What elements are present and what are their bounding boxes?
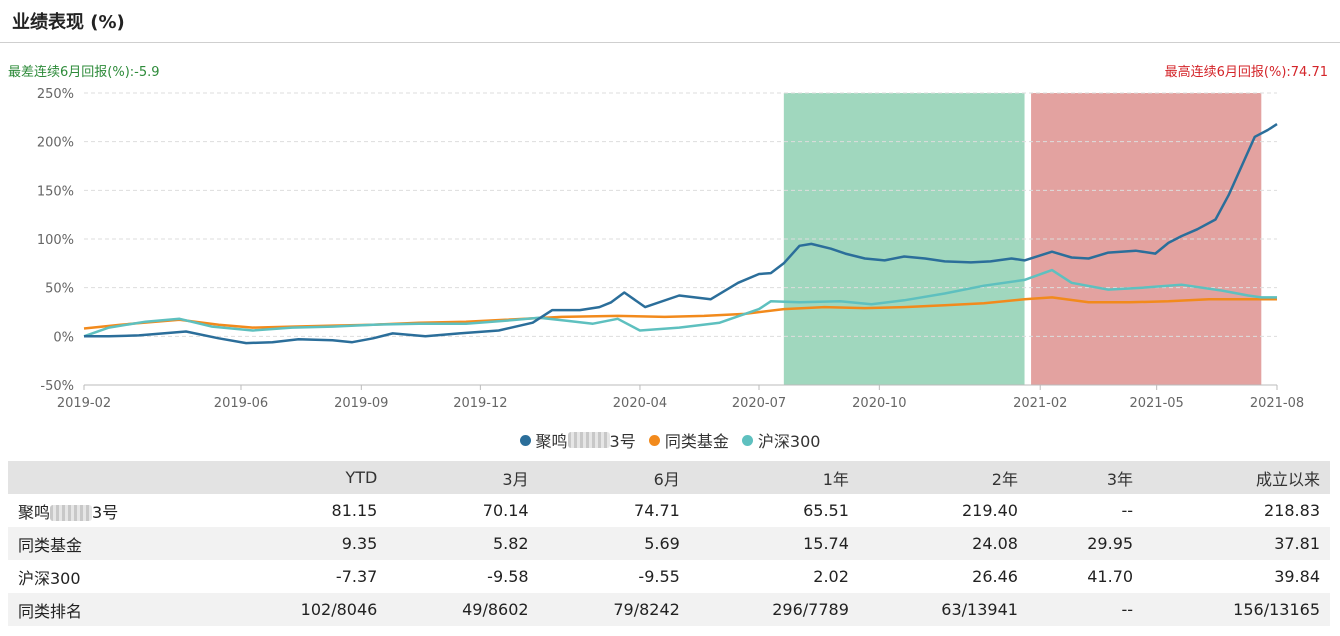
table-row: 沪深300 -7.37 -9.58 -9.55 2.02 26.46 41.70… <box>8 560 1330 593</box>
row-label: 聚鸣 3号 <box>8 494 218 527</box>
legend-label-fund: 聚鸣 <box>535 432 568 451</box>
x-tick-label: 2019-09 <box>334 396 388 411</box>
x-tick-label: 2021-05 <box>1129 396 1183 411</box>
row-label: 同类基金 <box>8 527 219 560</box>
title-divider <box>0 42 1340 43</box>
page-title: 业绩表现 (%) <box>12 12 125 33</box>
chart-legend: 聚鸣 3号 同类基金 沪深300 <box>0 428 1340 452</box>
table-header-cell <box>8 461 219 494</box>
performance-table: YTD 3月 6月 1年 2年 3年 成立以来 聚鸣 3号 81.15 70.14… <box>8 461 1330 626</box>
y-tick-label: 0% <box>53 330 74 345</box>
table-header-cell: 成立以来 <box>1143 461 1330 494</box>
row-label-text: 聚鸣 <box>18 502 51 522</box>
legend-dot-hs300 <box>741 434 753 446</box>
legend-dot-peers <box>648 434 660 446</box>
x-tick-label: 2021-08 <box>1250 396 1304 411</box>
redacted-name-mark <box>50 505 93 521</box>
x-tick-label: 2020-07 <box>732 396 786 411</box>
legend-item-hs300[interactable]: 沪深300 <box>741 428 821 452</box>
y-tick-label: -50% <box>40 379 74 394</box>
table-cell: 79/8242 <box>538 593 690 626</box>
table-cell: 5.69 <box>538 527 690 560</box>
table-header-cell: 3月 <box>387 461 539 494</box>
table-cell: 49/8602 <box>387 593 539 626</box>
table-row: 同类基金 9.35 5.82 5.69 15.74 24.08 29.95 37… <box>8 527 1330 560</box>
table-header-cell: 1年 <box>689 461 859 494</box>
table-cell: 70.14 <box>482 501 529 520</box>
table-cell: 102/8046 <box>218 593 388 626</box>
table-cell: 24.08 <box>858 527 1028 560</box>
row-label: 同类排名 <box>8 593 219 626</box>
table-cell: 74.71 <box>634 501 680 520</box>
legend-label-peers: 同类基金 <box>664 432 729 451</box>
table-row: 同类排名 102/8046 49/8602 79/8242 296/7789 6… <box>8 593 1330 626</box>
table-cell: 63/13941 <box>858 593 1028 626</box>
table-cell: 37.81 <box>1143 527 1330 560</box>
table-cell: -9.55 <box>638 567 680 586</box>
table-cell: 26.46 <box>972 567 1018 586</box>
x-tick-label: 2019-12 <box>453 396 507 411</box>
table-header-cell: YTD <box>218 461 388 494</box>
x-tick-label: 2020-10 <box>852 396 906 411</box>
x-tick-label: 2020-04 <box>613 396 667 411</box>
legend-label-fund-suffix: 3号 <box>609 432 636 451</box>
y-tick-label: 200% <box>37 136 74 151</box>
legend-item-peers[interactable]: 同类基金 <box>648 428 729 452</box>
table-cell: 41.70 <box>1087 567 1134 586</box>
table-cell: -7.37 <box>335 567 378 586</box>
table-header-cell: 6月 <box>538 461 690 494</box>
y-tick-label: 50% <box>45 282 74 297</box>
y-tick-label: 250% <box>37 87 74 102</box>
table-cell: 39.84 <box>1274 567 1320 586</box>
performance-line-chart: 250% 200% 150% 100% 50% 0% -50% 2019-02 2019-06 2… <box>37 87 1304 411</box>
table-cell: -- <box>1027 593 1144 626</box>
y-tick-label: 150% <box>37 184 74 199</box>
redacted-name-mark <box>567 432 610 448</box>
table-cell: 156/13165 <box>1143 593 1330 626</box>
worst-6m-return: 最差连续6月回报(%):-5.9 <box>8 65 160 80</box>
legend-dot-fund <box>519 434 531 446</box>
best-6m-return: 最高连续6月回报(%):74.71 <box>1164 65 1328 80</box>
table-cell: 81.15 <box>331 501 378 520</box>
table-header-row: YTD 3月 6月 1年 2年 3年 成立以来 <box>8 461 1330 494</box>
table-cell: -9.58 <box>487 567 529 586</box>
legend-label-hs300: 沪深300 <box>757 432 821 451</box>
y-tick-label: 100% <box>37 233 74 248</box>
x-tick-label: 2019-02 <box>57 396 111 411</box>
table-cell: 296/7789 <box>689 593 859 626</box>
table-cell: -- <box>1121 501 1134 520</box>
x-tick-label: 2021-02 <box>1013 396 1067 411</box>
legend-item-fund[interactable]: 聚鸣 3号 <box>519 428 636 452</box>
row-label-suffix: 3号 <box>92 502 119 522</box>
table-cell: 15.74 <box>689 527 859 560</box>
table-cell: 218.83 <box>1264 501 1320 520</box>
table-row: 聚鸣 3号 81.15 70.14 74.71 65.51 219.40 -- 2… <box>8 494 1330 527</box>
table-header-cell: 2年 <box>858 461 1028 494</box>
x-tick-label: 2019-06 <box>214 396 268 411</box>
table-cell: 29.95 <box>1027 527 1144 560</box>
table-header-cell: 3年 <box>1027 461 1144 494</box>
table-cell: 65.51 <box>803 501 849 520</box>
table-cell: 2.02 <box>813 567 849 586</box>
row-label: 沪深300 <box>18 568 81 588</box>
table-cell: 219.40 <box>961 501 1018 520</box>
table-cell: 5.82 <box>387 527 539 560</box>
table-cell: 9.35 <box>218 527 388 560</box>
